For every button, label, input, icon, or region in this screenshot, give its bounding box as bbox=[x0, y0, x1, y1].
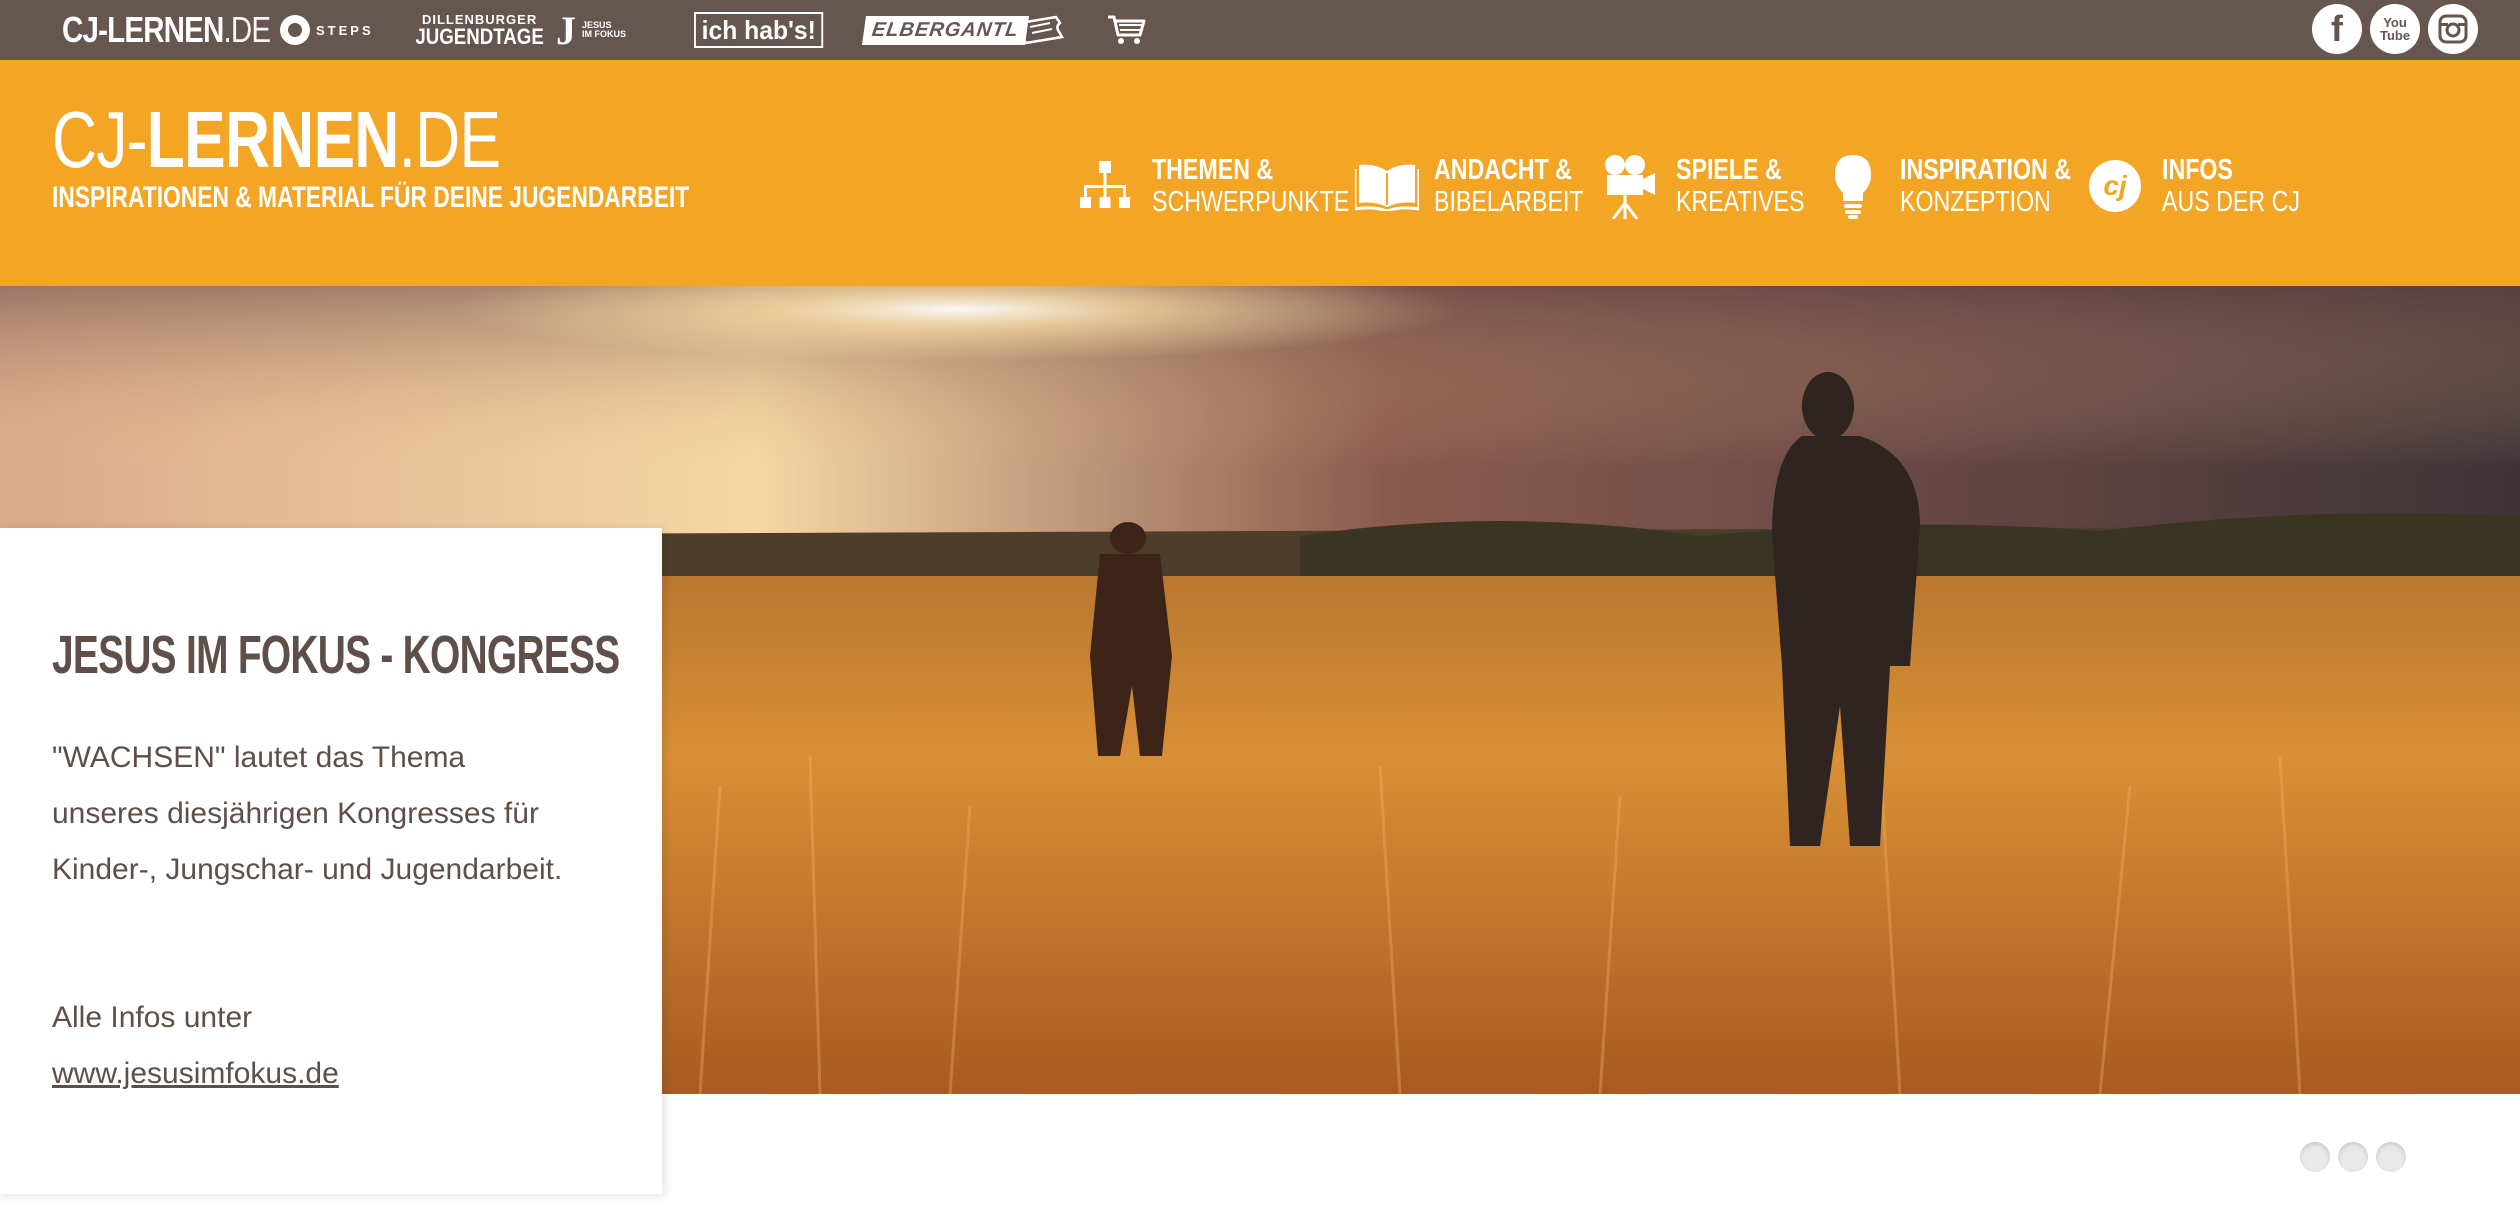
nav-andacht-line1: ANDACHT & bbox=[1434, 154, 1572, 186]
steps-logo[interactable]: STEPS bbox=[280, 0, 374, 60]
shopping-cart-icon[interactable] bbox=[1106, 0, 1146, 60]
nav-andacht-bibelarbeit[interactable]: ANDACHT & BIBELARBEIT bbox=[1352, 146, 1621, 226]
network-bar: CJ-LERNEN .DE STEPS DILLENBURGER JUGENDTA… bbox=[0, 0, 2520, 60]
brand-bold: LERNEN bbox=[146, 95, 400, 184]
nav-inspiration-line2: KONZEPTION bbox=[1900, 186, 2051, 218]
sitemap-icon bbox=[1070, 151, 1140, 221]
steps-label: STEPS bbox=[316, 22, 374, 38]
site-header: CJ-LERNEN.DE INSPIRATIONEN & MATERIAL FÜ… bbox=[0, 60, 2520, 286]
instagram-icon[interactable] bbox=[2428, 4, 2478, 54]
nav-infos-line2: AUS DER CJ bbox=[2162, 186, 2300, 218]
hero-description: "WACHSEN" lautet das Thema unseres diesj… bbox=[52, 741, 563, 886]
slide-dot-1[interactable] bbox=[2300, 1142, 2330, 1172]
nav-andacht-line2: BIBELARBEIT bbox=[1434, 186, 1584, 218]
nav-themen-label: THEMEN & SCHWERPUNKTE bbox=[1152, 154, 1349, 218]
film-camera-icon bbox=[1594, 151, 1664, 221]
site-tagline: INSPIRATIONEN & MATERIAL FÜR DEINE JUGEN… bbox=[52, 181, 690, 214]
nav-spiele-label: SPIELE & KREATIVES bbox=[1676, 154, 1805, 218]
nav-andacht-label: ANDACHT & BIBELARBEIT bbox=[1434, 154, 1584, 218]
nav-themen-line1: THEMEN & bbox=[1152, 154, 1274, 186]
site-logo[interactable]: CJ-LERNEN.DE INSPIRATIONEN & MATERIAL FÜ… bbox=[52, 100, 890, 214]
youtube-glyph: You Tube bbox=[2380, 15, 2411, 43]
cj-lernen-network-logo[interactable]: CJ-LERNEN .DE bbox=[62, 0, 272, 60]
nav-spiele-line1: SPIELE & bbox=[1676, 154, 1782, 186]
cj-badge-icon: cj bbox=[2080, 151, 2150, 221]
ticket-icon[interactable] bbox=[1016, 0, 1068, 60]
cart-icon-svg bbox=[1108, 15, 1146, 44]
hero-info-prefix: Alle Infos unter bbox=[52, 1001, 253, 1034]
dbjt-line2: JUGENDTAGE bbox=[415, 23, 544, 49]
site-logo-title: CJ-LERNEN.DE bbox=[52, 100, 706, 180]
open-book-icon bbox=[1352, 151, 1422, 221]
jif-letter: J bbox=[556, 7, 576, 53]
facebook-icon[interactable]: f bbox=[2312, 4, 2362, 54]
steps-ring-icon bbox=[280, 15, 310, 45]
ticket-icon-svg bbox=[1018, 15, 1064, 45]
dillenburger-jugendtage-logo[interactable]: DILLENBURGER JUGENDTAGE bbox=[404, 0, 555, 60]
lightbulb-icon bbox=[1818, 151, 1888, 221]
slider-dots bbox=[2300, 1142, 2406, 1172]
brand-suffix: .DE bbox=[398, 95, 501, 184]
cj-badge-text: cj bbox=[2089, 160, 2141, 212]
youtube-icon[interactable]: You Tube bbox=[2370, 4, 2420, 54]
slide-dot-3[interactable] bbox=[2376, 1142, 2406, 1172]
instagram-glyph bbox=[2438, 14, 2468, 44]
jif-text: JESUS IM FOKUS bbox=[582, 20, 626, 40]
hero-title: JESUS IM FOKUS - KONGRESS bbox=[52, 625, 620, 685]
elbergantl-label: ELBERGANTL bbox=[861, 15, 1029, 45]
nav-inspiration-konzeption[interactable]: INSPIRATION & KONZEPTION bbox=[1818, 146, 2114, 226]
ich-habs-logo[interactable]: ich hab's! bbox=[694, 0, 830, 60]
hero-text-card: JESUS IM FOKUS - KONGRESS "WACHSEN" laut… bbox=[0, 528, 662, 1194]
nav-infos-aus-der-cj[interactable]: cj INFOS AUS DER CJ bbox=[2080, 146, 2334, 226]
cj-logo-bold: CJ-LERNEN bbox=[62, 9, 224, 50]
jesus-im-fokus-logo[interactable]: J JESUS IM FOKUS bbox=[556, 0, 626, 60]
ich-habs-label: ich hab's! bbox=[694, 12, 824, 48]
slide-dot-2[interactable] bbox=[2338, 1142, 2368, 1172]
nav-inspiration-label: INSPIRATION & KONZEPTION bbox=[1900, 154, 2071, 218]
nav-spiele-line2: KREATIVES bbox=[1676, 186, 1805, 218]
jesusimfokus-link[interactable]: www.jesusimfokus.de bbox=[52, 1057, 339, 1090]
nav-infos-label: INFOS AUS DER CJ bbox=[2162, 154, 2300, 218]
cj-logo-thin: .DE bbox=[223, 9, 272, 50]
nav-inspiration-line1: INSPIRATION & bbox=[1900, 154, 2071, 186]
brand-prefix: CJ- bbox=[52, 95, 147, 184]
nav-themen-schwerpunkte[interactable]: THEMEN & SCHWERPUNKTE bbox=[1070, 146, 1399, 226]
elbergantl-logo[interactable]: ELBERGANTL bbox=[861, 0, 1029, 60]
nav-themen-line2: SCHWERPUNKTE bbox=[1152, 186, 1350, 218]
facebook-glyph: f bbox=[2331, 8, 2343, 49]
nav-spiele-kreatives[interactable]: SPIELE & KREATIVES bbox=[1594, 146, 1837, 226]
nav-infos-line1: INFOS bbox=[2162, 154, 2233, 186]
jif-line2: IM FOKUS bbox=[582, 29, 626, 39]
hero-info-paragraph: Alle Infos unter www.jesusimfokus.de bbox=[52, 990, 572, 1102]
